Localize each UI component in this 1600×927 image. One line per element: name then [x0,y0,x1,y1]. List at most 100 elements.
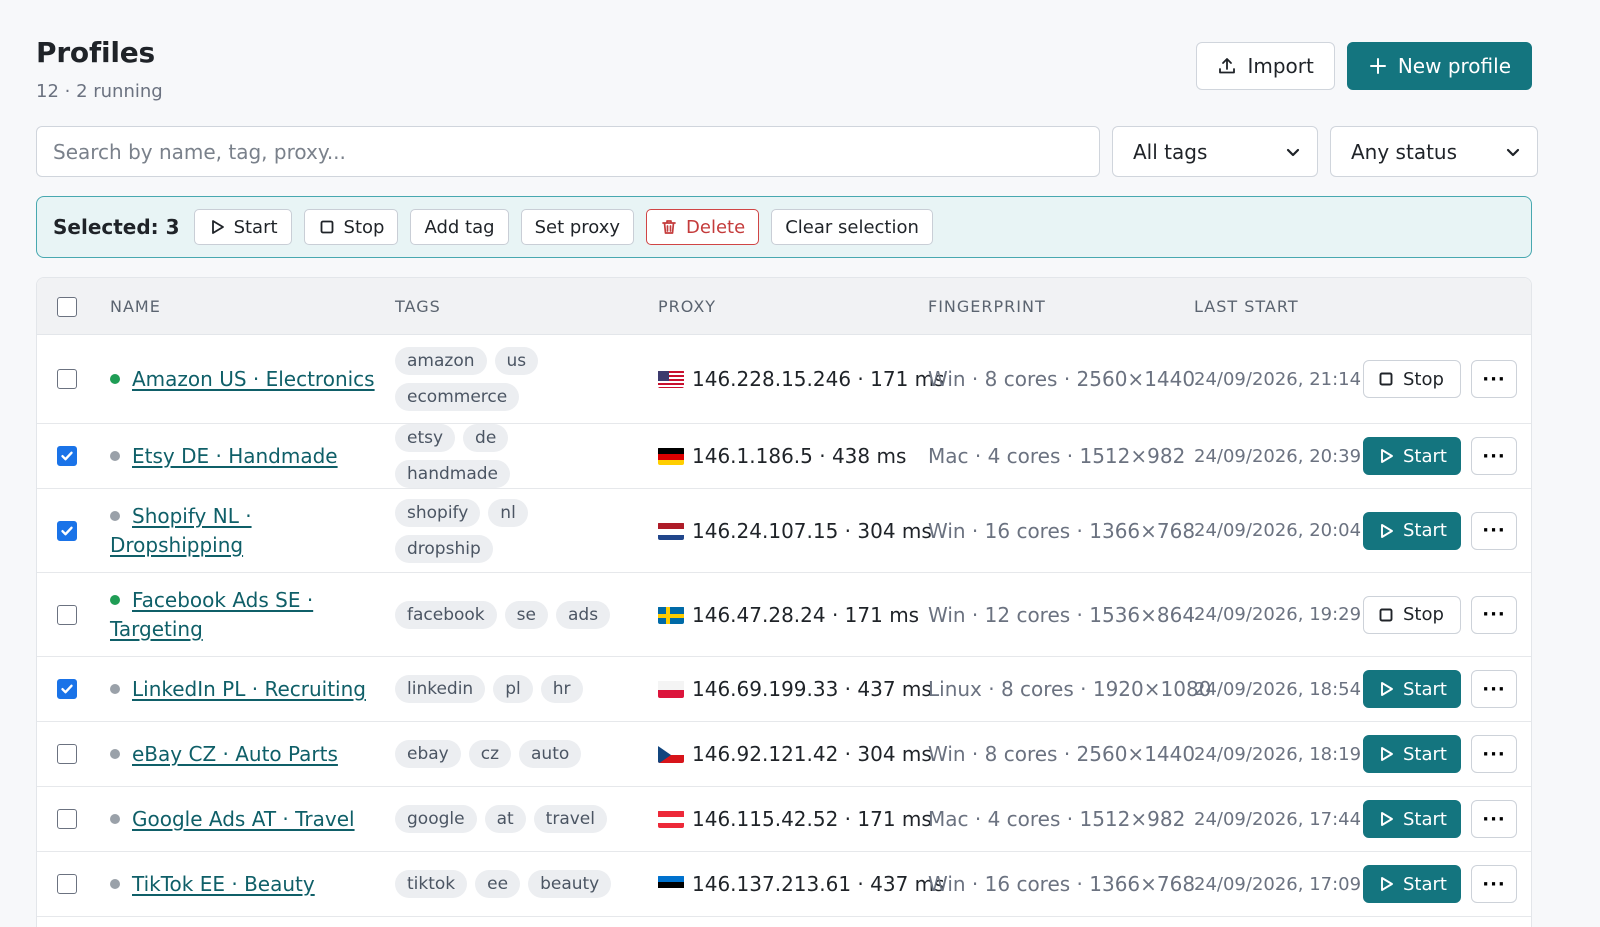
header-name[interactable]: NAME [110,278,161,335]
proxy-cell: 146.47.28.24 · 171 ms [658,573,919,656]
table-row: Google Ads AT · Travel google at travel 14… [37,787,1531,852]
row-checkbox[interactable] [57,744,77,764]
tag-chip[interactable]: ee [475,870,521,898]
last-start-cell: 24/09/2026, 19:29 [1194,573,1361,656]
profile-name-link[interactable]: eBay CZ · Auto Parts [132,742,338,766]
idle-status-dot [110,451,120,461]
tag-chip[interactable]: de [463,424,509,452]
tag-chip[interactable]: ecommerce [395,383,520,411]
tag-chip[interactable]: dropship [395,534,493,563]
bulk-stop-button[interactable]: Stop [303,209,399,245]
more-options-button[interactable]: ··· [1471,360,1517,398]
import-button[interactable]: Import [1196,42,1335,90]
select-all-cell [57,278,77,335]
tag-chip[interactable]: tiktok [395,870,468,898]
tag-chip[interactable]: ads [555,600,611,629]
row-select-cell [57,573,77,656]
profile-name-link[interactable]: Etsy DE · Handmade [132,444,338,468]
action-label: Stop [1403,604,1444,625]
stop-button[interactable]: Stop [1363,595,1461,634]
more-options-button[interactable]: ··· [1471,865,1517,903]
tag-chip[interactable]: google [395,805,477,833]
tag-chip[interactable]: facebook [395,600,497,629]
table-row: Amazon US · Electronics amazon us ecommerc… [37,335,1531,424]
bulk-start-button[interactable]: Start [193,209,292,245]
tag-chip[interactable]: handmade [395,460,510,488]
start-button[interactable]: Start [1363,735,1461,773]
upload-icon [1217,56,1237,76]
tag-chip[interactable]: pl [493,675,533,703]
row-checkbox[interactable] [57,369,77,389]
profile-name-link[interactable]: Google Ads AT · Travel [132,807,355,831]
more-options-button[interactable]: ··· [1471,670,1517,708]
new-profile-button[interactable]: New profile [1346,42,1532,90]
profile-name-link[interactable]: TikTok EE · Beauty [132,872,315,896]
tag-chip[interactable]: auto [519,740,582,768]
profile-name-cell: Shopify NL · Dropshipping [110,489,375,572]
profile-name-link[interactable]: Facebook Ads SE · Targeting [110,588,313,641]
more-options-button[interactable]: ··· [1471,437,1517,475]
last-start-cell: 24/09/2026, 21:14 [1194,335,1361,423]
stop-icon [318,218,336,236]
bulk-actions-bar: Selected: 3 Start Stop Add tag Set proxy… [36,196,1532,258]
last-start-cell: 24/09/2026, 20:39 [1194,424,1361,488]
more-options-button[interactable]: ··· [1471,511,1517,550]
tag-chip[interactable]: linkedin [395,675,486,703]
set-proxy-button[interactable]: Set proxy [520,209,635,245]
row-select-cell [57,787,77,851]
header-last-start[interactable]: LAST START [1194,278,1299,335]
row-checkbox[interactable] [57,520,77,541]
start-button[interactable]: Start [1363,670,1461,708]
tag-chip[interactable]: us [494,347,539,375]
row-select-cell [57,657,77,721]
header-actions: Import New profile [1196,42,1532,90]
fingerprint-cell: Win · 16 cores · 1366×768 [928,489,1195,572]
clear-selection-button[interactable]: Clear selection [771,209,933,245]
profile-name-link[interactable]: Amazon US · Electronics [132,367,375,391]
last-start-text: 24/09/2026, 17:44 [1194,808,1362,830]
row-checkbox[interactable] [57,874,77,894]
row-select-cell [57,722,77,786]
idle-status-dot [110,814,120,824]
running-status-dot [110,595,120,605]
row-checkbox[interactable] [57,446,77,466]
row-actions: Stop ··· [1363,573,1517,656]
tag-chip[interactable]: cz [468,740,512,768]
row-checkbox[interactable] [57,679,77,699]
bulk-delete-button[interactable]: Delete [646,209,760,245]
more-options-button[interactable]: ··· [1471,800,1517,838]
tag-chip[interactable]: shopify [395,498,481,527]
row-actions: Start ··· [1363,787,1517,851]
row-checkbox[interactable] [57,604,77,625]
more-options-button[interactable]: ··· [1471,735,1517,773]
add-tag-button[interactable]: Add tag [410,209,509,245]
start-button[interactable]: Start [1363,511,1461,550]
stop-button[interactable]: Stop [1363,360,1461,398]
proxy-text: 146.137.213.61 · 437 ms [692,872,945,896]
tag-chip[interactable]: beauty [528,870,612,898]
tag-chip[interactable]: amazon [395,347,487,375]
tag-chip[interactable]: se [504,600,548,629]
start-button[interactable]: Start [1363,437,1461,475]
start-button[interactable]: Start [1363,800,1461,838]
table-row: LinkedIn PL · Recruiting linkedin pl hr 14… [37,657,1531,722]
tag-chip[interactable]: etsy [395,424,456,452]
profile-name-link[interactable]: Shopify NL · Dropshipping [110,504,252,557]
status-filter-select[interactable]: Any status [1330,126,1538,177]
row-checkbox[interactable] [57,809,77,829]
profile-name-link[interactable]: LinkedIn PL · Recruiting [132,677,366,701]
fingerprint-cell: Linux · 8 cores · 1920×1080 [928,657,1211,721]
tags-filter-select[interactable]: All tags [1112,126,1318,177]
tag-chip[interactable]: nl [488,498,528,527]
proxy-text: 146.115.42.52 · 171 ms [692,807,932,831]
last-start-cell: 24/09/2026, 17:44 [1194,787,1361,851]
start-button[interactable]: Start [1363,865,1461,903]
search-input[interactable] [36,126,1100,177]
more-options-button[interactable]: ··· [1471,595,1517,634]
tag-chip[interactable]: ebay [395,740,461,768]
tag-chip[interactable]: travel [533,805,607,833]
profile-name-cell: Facebook Ads SE · Targeting [110,573,375,656]
tag-chip[interactable]: at [484,805,526,833]
tag-chip[interactable]: hr [540,675,583,703]
select-all-checkbox[interactable] [57,296,77,317]
